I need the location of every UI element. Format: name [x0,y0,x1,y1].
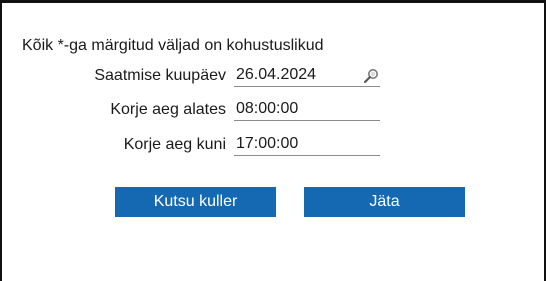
pickup-until-input[interactable] [236,134,356,154]
pickup-until-field-wrapper [234,134,380,156]
send-date-field-wrapper [234,65,380,87]
cancel-button[interactable]: Jäta [304,187,465,217]
pickup-from-input[interactable] [236,99,356,119]
pickup-from-label: Korje aeg alates [110,101,226,118]
pickup-from-field-wrapper [234,99,380,121]
required-fields-note: Kõik *-ga märgitud väljad on kohustuslik… [22,37,324,54]
pickup-until-label: Korje aeg kuni [123,136,226,153]
form-row-pickup-until: Korje aeg kuni [2,134,548,156]
form-row-pickup-from: Korje aeg alates [2,99,548,121]
call-courier-button[interactable]: Kutsu kuller [115,187,276,217]
search-icon[interactable] [362,67,380,85]
send-date-input[interactable] [236,65,356,85]
send-date-label: Saatmise kuupäev [94,67,226,84]
form-row-send-date: Saatmise kuupäev [2,65,548,87]
courier-dialog: Kõik *-ga märgitud väljad on kohustuslik… [0,0,546,281]
